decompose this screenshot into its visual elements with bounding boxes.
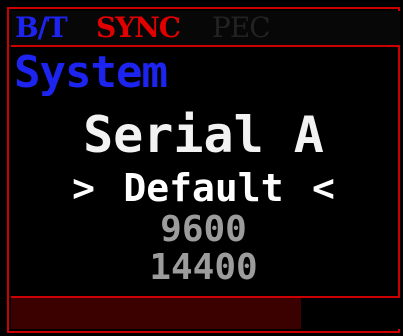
selection-marker-left: > — [72, 166, 95, 210]
option-label: Default — [123, 166, 284, 210]
display-frame: B/T SYNC PEC System Serial A > Default <… — [7, 7, 400, 333]
menu-title: System — [14, 47, 168, 98]
progress-bar — [11, 296, 400, 329]
progress-fill — [11, 298, 301, 329]
option-default[interactable]: > Default < — [9, 167, 398, 209]
option-label: 9600 — [160, 209, 247, 250]
option-label: 14400 — [149, 247, 258, 288]
device-screen: B/T SYNC PEC System Serial A > Default <… — [0, 0, 403, 336]
option-list: > Default < 9600 14400 — [9, 167, 398, 287]
status-sync-indicator: SYNC — [96, 11, 181, 44]
status-bar: B/T SYNC PEC — [11, 11, 400, 47]
selection-marker-right: < — [312, 166, 335, 210]
menu-subtitle: Serial A — [83, 106, 324, 164]
option-14400[interactable]: 14400 — [9, 249, 398, 287]
option-9600[interactable]: 9600 — [9, 211, 398, 249]
status-pec-indicator: PEC — [212, 11, 271, 44]
status-bt-indicator: B/T — [15, 11, 68, 44]
